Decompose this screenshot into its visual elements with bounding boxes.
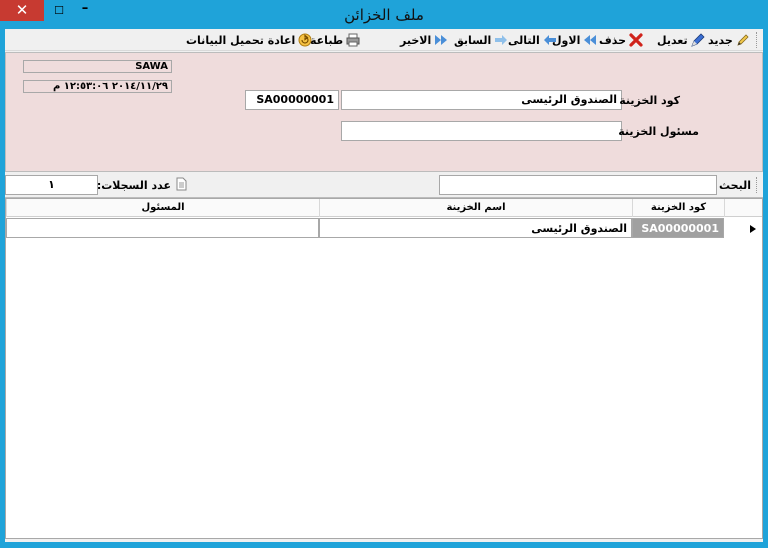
last-label: الاخير <box>400 33 432 47</box>
reload-icon <box>297 32 313 48</box>
cell-name[interactable]: الصندوق الرئيسى <box>319 218 632 238</box>
client-area: جديد تعديل حذف الاول التالى السابق الاخي… <box>5 29 763 542</box>
search-bar: ١ عدد السجلات: البحث <box>5 173 763 197</box>
app-window: ✕ ☐ – ملف الخزائن جديد تعديل حذف الاول ا… <box>0 0 768 548</box>
column-header-manager[interactable]: المسئول <box>6 199 319 217</box>
manager-field[interactable] <box>341 121 622 141</box>
column-header-name[interactable]: اسم الخزينة <box>319 199 632 217</box>
new-label: جديد <box>708 33 733 47</box>
next-label: التالى <box>508 33 540 47</box>
cell-manager[interactable] <box>6 218 319 238</box>
code-label: كود الخزينة <box>619 94 680 107</box>
previous-label: السابق <box>454 33 492 47</box>
search-label: البحث <box>719 179 751 192</box>
treasury-name-field[interactable]: الصندوق الرئيسى <box>341 90 622 110</box>
delete-x-icon <box>628 32 644 48</box>
delete-label: حذف <box>599 33 627 47</box>
grid-header: المسئول اسم الخزينة كود الخزينة <box>6 199 762 217</box>
search-input[interactable] <box>439 175 717 195</box>
next-button[interactable]: التالى <box>508 32 558 48</box>
print-label: طباعة <box>310 33 344 47</box>
cell-code[interactable]: SA00000001 <box>632 218 724 238</box>
pen-icon <box>690 32 706 48</box>
document-icon <box>173 177 189 193</box>
first-arrow-icon <box>582 32 598 48</box>
new-button[interactable]: جديد <box>708 32 751 48</box>
table-row[interactable]: الصندوق الرئيسى SA00000001 <box>6 218 762 238</box>
last-button[interactable]: الاخير <box>400 32 449 48</box>
data-grid[interactable]: المسئول اسم الخزينة كود الخزينة الصندوق … <box>5 198 763 539</box>
printer-icon <box>345 32 361 48</box>
previous-arrow-icon <box>493 32 509 48</box>
row-indicator <box>724 218 762 238</box>
first-button[interactable]: الاول <box>552 32 598 48</box>
next-arrow-icon <box>542 32 558 48</box>
toolbar-grip[interactable] <box>756 32 759 48</box>
company-name: SAWA <box>23 60 172 73</box>
reload-button[interactable]: اعادة تحميل البيانات <box>186 32 313 48</box>
title-bar: ✕ ☐ – ملف الخزائن <box>0 0 768 29</box>
print-button[interactable]: طباعة <box>310 32 361 48</box>
window-title: ملف الخزائن <box>344 6 424 24</box>
previous-button[interactable]: السابق <box>454 32 509 48</box>
edit-label: تعديل <box>657 33 688 47</box>
manager-label: مسئول الخزينة <box>618 125 699 138</box>
toolbar: جديد تعديل حذف الاول التالى السابق الاخي… <box>5 29 763 51</box>
reload-label: اعادة تحميل البيانات <box>186 33 296 47</box>
header-panel: SAWA ٢٠١٤/١١/٢٩ ١٢:٥٣:٠٦ م SA00000001 ال… <box>5 52 763 172</box>
search-bar-grip[interactable] <box>756 177 759 193</box>
record-count-label: عدد السجلات: <box>96 179 171 192</box>
delete-button[interactable]: حذف <box>599 32 644 48</box>
code-field[interactable]: SA00000001 <box>245 90 339 110</box>
date-time: ٢٠١٤/١١/٢٩ ١٢:٥٣:٠٦ م <box>23 80 172 93</box>
pencil-icon <box>735 32 751 48</box>
last-arrow-icon <box>433 32 449 48</box>
record-count-field: ١ <box>5 175 98 195</box>
edit-button[interactable]: تعديل <box>657 32 706 48</box>
row-pointer-icon <box>749 222 757 235</box>
row-header-corner <box>724 199 762 217</box>
column-header-code[interactable]: كود الخزينة <box>632 199 724 217</box>
